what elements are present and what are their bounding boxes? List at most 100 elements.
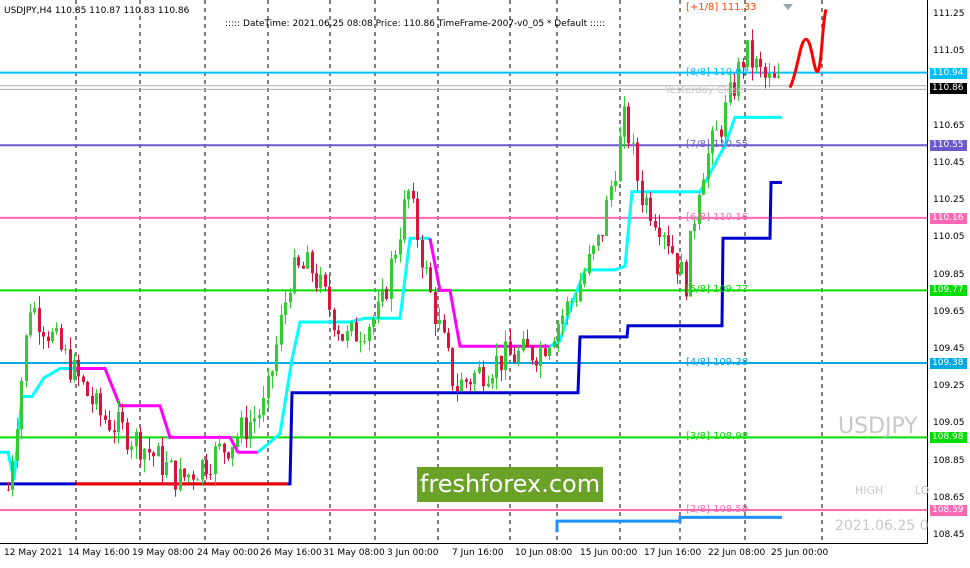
candle-body — [535, 360, 538, 366]
candle-body — [333, 309, 336, 331]
candle-body — [566, 301, 569, 316]
candle-body — [513, 354, 516, 363]
brand-logo: freshforex.com — [417, 467, 603, 502]
price-tick: 109.85 — [933, 269, 965, 280]
candle-body — [390, 258, 393, 299]
price-tick: 110.25 — [933, 195, 965, 206]
candle-body — [531, 346, 534, 361]
candle-body — [583, 273, 586, 285]
candle-body — [654, 220, 657, 228]
price-tick: 111.05 — [933, 46, 965, 57]
chart-window[interactable]: USDJPY,H4 110.85 110.87 110.83 110.86 ::… — [0, 0, 970, 568]
candle-body — [693, 223, 696, 231]
candle-body — [117, 411, 120, 433]
candle-body — [29, 312, 32, 336]
candle-body — [302, 265, 305, 269]
candle-body — [363, 340, 366, 342]
candle-body — [341, 334, 344, 341]
candle-body — [385, 289, 388, 299]
fast-trend-2 — [257, 236, 430, 454]
price-tick: 108.45 — [933, 530, 965, 540]
time-tick: 25 Jun 00:00 — [771, 548, 829, 558]
candle-body — [25, 335, 28, 381]
candle-body — [121, 411, 124, 423]
level-label-2-8: [2/8] 108.59 — [686, 503, 749, 515]
candle-body — [148, 449, 151, 453]
candle-body — [355, 322, 358, 342]
candle-body — [720, 129, 723, 137]
candle-body — [658, 227, 661, 237]
candle-body — [407, 190, 410, 200]
candle-body — [319, 274, 322, 288]
candle-body — [359, 341, 362, 343]
candle-body — [113, 430, 116, 433]
candle-body — [337, 330, 340, 335]
candle-body — [394, 254, 397, 259]
fast-trend-3 — [549, 115, 782, 348]
candle-body — [227, 452, 230, 459]
level-tag-5-8: 109.77 — [930, 285, 967, 297]
candle-body — [456, 386, 459, 392]
candle-body — [165, 462, 168, 476]
candle-body — [236, 437, 239, 447]
candle-body — [297, 257, 300, 266]
candle-body — [570, 301, 573, 303]
candle-body — [267, 375, 270, 399]
indicator-info-line: ::::: DateTime: 2021.06.25 08:08 Price: … — [225, 19, 606, 29]
candle-body — [605, 199, 608, 236]
candle-body — [60, 328, 63, 350]
candle-body — [152, 452, 155, 457]
candle-body — [641, 180, 644, 206]
price-chart[interactable] — [0, 0, 928, 544]
candle-body — [460, 379, 463, 392]
candle-body — [183, 468, 186, 478]
candle-body — [108, 420, 111, 431]
time-tick: 14 May 16:00 — [68, 548, 130, 558]
candle-body — [561, 315, 564, 325]
candle-body — [69, 349, 72, 380]
candle-body — [262, 398, 265, 416]
candle-body — [33, 308, 36, 313]
candle-body — [306, 252, 309, 269]
candle-body — [473, 372, 476, 385]
level-tag-8-8: 110.94 — [930, 67, 967, 79]
candle-body — [504, 341, 507, 371]
price-tick: 110.45 — [933, 157, 965, 168]
candle-body — [86, 381, 89, 396]
candle-body — [777, 76, 780, 78]
candle-body — [597, 235, 600, 246]
candle-body — [179, 468, 182, 490]
time-tick: 7 Jun 16:00 — [452, 548, 504, 558]
candle-body — [218, 443, 221, 447]
candle-body — [350, 322, 353, 332]
candle-body — [575, 300, 578, 302]
level-tag-6-8: 110.16 — [930, 212, 967, 224]
candle-body — [368, 326, 371, 341]
candle-body — [434, 291, 437, 324]
candle-body — [438, 319, 441, 324]
candle-body — [557, 324, 560, 342]
candle-body — [372, 318, 375, 327]
candle-body — [293, 257, 296, 293]
candle-body — [311, 252, 314, 274]
candle-body — [245, 417, 248, 440]
candle-body — [610, 186, 613, 200]
candle-body — [425, 267, 428, 269]
candle-body — [139, 431, 142, 460]
level-label-6-8: [6/8] 110.16 — [686, 211, 749, 223]
candle-body — [381, 289, 384, 302]
level-tag-7-8: 110.55 — [930, 140, 967, 152]
level-tag-2-8: 108.59 — [930, 504, 967, 516]
candle-body — [447, 332, 450, 349]
plot-area[interactable] — [0, 0, 928, 544]
candle-body — [469, 381, 472, 385]
symbol-info: USDJPY,H4 110.85 110.87 110.83 110.86 — [4, 6, 190, 16]
candle-body — [223, 443, 226, 453]
yesterday-close-label: Yesterday Close — [665, 85, 744, 96]
level-label-4-8: [4/8] 109.38 — [686, 356, 749, 368]
time-tick: 10 Jun 08:00 — [515, 548, 573, 558]
price-tick: 109.25 — [933, 381, 965, 392]
candle-body — [495, 355, 498, 378]
level-label-7-8: [7/8] 110.55 — [686, 139, 749, 151]
candle-body — [11, 460, 14, 490]
